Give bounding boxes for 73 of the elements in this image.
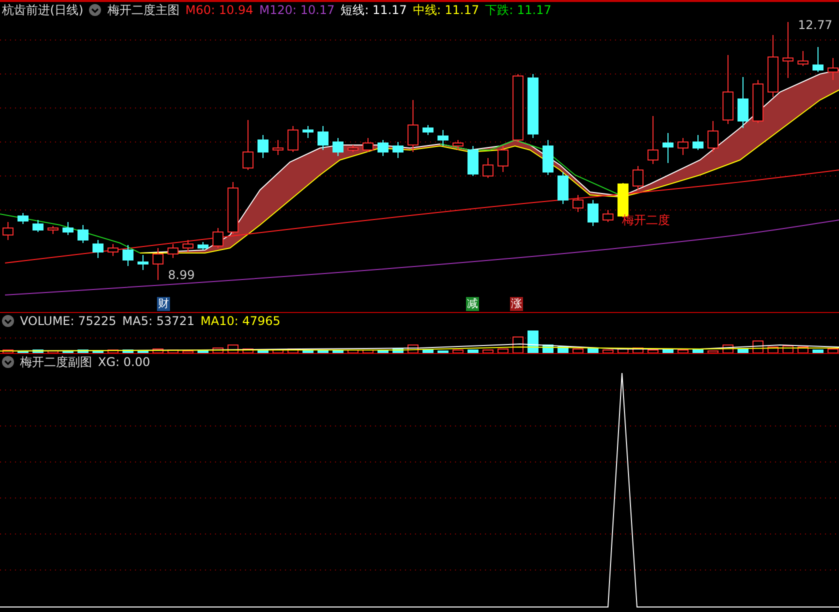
indicator-value: M120: 10.17 <box>259 3 335 17</box>
candlestick <box>2 222 14 240</box>
candlestick <box>168 244 178 258</box>
candlestick <box>18 212 28 224</box>
candlestick <box>528 74 538 138</box>
stock-title: 杭齿前进(日线) <box>2 2 84 18</box>
signal-marker: 减 <box>466 297 479 311</box>
candlestick <box>302 126 314 138</box>
volume-value: VOLUME: 75225 <box>20 314 116 328</box>
candlestick <box>288 126 298 152</box>
candlestick <box>752 80 764 124</box>
candlestick <box>482 158 494 178</box>
candlestick <box>452 140 464 150</box>
candlestick <box>662 132 674 164</box>
candlestick <box>768 34 778 98</box>
candlestick <box>648 116 658 164</box>
candlestick <box>272 140 284 156</box>
volume-value: MA5: 53721 <box>122 314 195 328</box>
candlestick <box>198 242 208 250</box>
candlestick <box>722 54 734 124</box>
collapse-chevron-icon[interactable] <box>2 315 14 327</box>
candlestick <box>708 120 718 152</box>
candlestick <box>558 172 568 204</box>
signal-label: 梅开二度 <box>622 212 670 229</box>
sub-indicator-title: 梅开二度副图 <box>20 354 92 370</box>
candlestick <box>438 130 448 146</box>
indicator-value: 中线: 11.17 <box>412 2 480 18</box>
candlestick <box>48 226 58 234</box>
candlestick <box>542 140 554 176</box>
candlestick <box>408 100 418 152</box>
candlestick <box>242 120 254 170</box>
candlestick <box>258 134 268 158</box>
candlestick <box>632 166 644 190</box>
candlestick <box>92 240 104 258</box>
candlestick <box>692 134 704 150</box>
signal-marker: 财 <box>157 297 170 311</box>
candlestick <box>782 22 794 78</box>
candlestick <box>378 140 388 156</box>
candlestick <box>392 142 404 158</box>
candlestick <box>468 146 478 176</box>
indicator-title: 梅开二度主图 <box>107 2 180 18</box>
high-price-label: 12.77 <box>798 18 832 32</box>
candlestick <box>362 138 374 152</box>
candlestick <box>228 182 238 234</box>
sub-indicator-value: XG: 0.00 <box>98 355 150 369</box>
candlestick <box>108 244 118 256</box>
candlestick <box>588 200 598 226</box>
collapse-chevron-icon[interactable] <box>89 4 102 16</box>
indicator-value: 短线: 11.17 <box>340 2 407 18</box>
candlestick <box>318 126 328 150</box>
candlestick <box>572 194 584 212</box>
indicator-value: 下跌: 11.17 <box>485 2 552 18</box>
candlestick <box>738 76 748 128</box>
candlestick <box>602 210 614 222</box>
low-price-label: 8.99 <box>168 268 195 282</box>
indicator-value: M60: 10.94 <box>185 3 254 17</box>
candlestick <box>812 46 824 72</box>
candlestick <box>78 224 88 244</box>
candlestick <box>32 220 44 232</box>
candlestick <box>152 248 164 280</box>
candlestick <box>62 222 74 236</box>
candlestick <box>678 138 688 156</box>
candlestick <box>332 138 344 156</box>
candlestick <box>512 74 524 142</box>
volume-value: MA10: 47965 <box>200 314 280 328</box>
candlestick <box>122 244 134 266</box>
candlestick <box>138 254 148 270</box>
collapse-chevron-icon[interactable] <box>2 356 14 368</box>
signal-marker: 涨 <box>510 297 523 311</box>
candlestick <box>798 50 808 66</box>
candlestick <box>212 228 224 248</box>
candlestick <box>498 146 508 172</box>
candlestick <box>182 240 194 252</box>
